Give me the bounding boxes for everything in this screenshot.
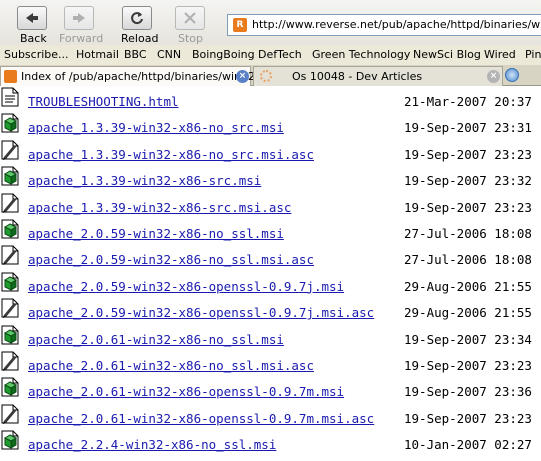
bookmarks-bar: Subscribe... Hotmail BBC CNN BoingBoing … xyxy=(0,45,541,65)
file-modified-date: 10-Jan-2007 02:27 xyxy=(404,437,532,453)
msi-package-icon xyxy=(1,430,19,450)
signature-file-icon xyxy=(1,298,19,319)
directory-listing: TROUBLESHOOTING.html 21-Mar-2007 20:37 apa… xyxy=(0,87,541,461)
file-link[interactable]: apache_2.0.61-win32-x86-openssl-0.9.7m.m… xyxy=(28,384,344,399)
navigation-toolbar: Back Forward Reload Stop R http://www.re… xyxy=(0,0,541,45)
bookmark-item[interactable]: DefTech xyxy=(258,48,302,61)
signature-file-icon xyxy=(1,351,19,371)
back-button[interactable] xyxy=(17,6,47,30)
file-link[interactable]: apache_1.3.39-win32-x86-no_src.msi.asc xyxy=(28,147,314,162)
bookmark-item[interactable]: BoingBoing xyxy=(192,48,255,61)
url-text[interactable]: http://www.reverse.net/pub/apache/httpd/… xyxy=(252,18,541,31)
file-link[interactable]: apache_2.0.59-win32-x86-openssl-0.9.7j.m… xyxy=(28,279,344,294)
close-tab-icon[interactable]: × xyxy=(487,70,500,83)
file-modified-date: 27-Jul-2006 18:08 xyxy=(404,226,532,241)
stop-icon xyxy=(184,12,196,24)
table-row: apache_1.3.39-win32-x86-src.msi.asc 19-Se… xyxy=(0,193,541,219)
table-row: apache_1.3.39-win32-x86-no_src.msi.asc 19… xyxy=(0,140,541,166)
msi-package-icon xyxy=(1,272,19,292)
table-row: apache_2.0.59-win32-x86-openssl-0.9.7j.m… xyxy=(0,272,541,298)
signature-file-icon xyxy=(1,404,19,424)
file-link[interactable]: apache_1.3.39-win32-x86-no_src.msi xyxy=(28,120,284,135)
file-modified-date: 19-Sep-2007 23:36 xyxy=(404,384,532,400)
table-row: apache_2.0.59-win32-x86-no_ssl.msi.asc 27… xyxy=(0,245,541,271)
file-link[interactable]: apache_2.0.59-win32-x86-no_ssl.msi.asc xyxy=(28,252,314,267)
tab-bar: Index of /pub/apache/httpd/binaries/win3… xyxy=(0,65,541,86)
bookmark-item[interactable]: BBC xyxy=(124,48,147,61)
tab-directory-index[interactable]: Index of /pub/apache/httpd/binaries/win3… xyxy=(0,66,255,86)
file-modified-date: 27-Jul-2006 18:08 xyxy=(404,252,532,268)
file-modified-date: 19-Sep-2007 23:23 xyxy=(404,358,532,373)
file-modified-date: 19-Sep-2007 23:23 xyxy=(404,410,532,426)
table-row: apache_2.0.61-win32-x86-no_ssl.msi.asc 19… xyxy=(0,351,541,377)
file-link[interactable]: apache_2.0.59-win32-x86-no_ssl.msi xyxy=(28,226,284,241)
file-link[interactable]: apache_2.0.61-win32-x86-no_ssl.msi.asc xyxy=(28,358,314,373)
table-row: apache_2.0.61-win32-x86-no_ssl.msi 19-Sep… xyxy=(0,325,541,351)
msi-package-icon xyxy=(1,325,19,345)
back-arrow-icon xyxy=(26,13,38,23)
file-modified-date: 19-Sep-2007 23:32 xyxy=(404,173,532,189)
stop-button[interactable] xyxy=(175,6,205,30)
signature-file-icon xyxy=(1,140,19,160)
forward-arrow-icon xyxy=(73,13,85,23)
loading-spinner-icon xyxy=(260,70,272,82)
file-link[interactable]: apache_1.3.39-win32-x86-src.msi xyxy=(28,173,261,188)
table-row: apache_2.0.59-win32-x86-no_ssl.msi 27-Jul… xyxy=(0,219,541,245)
msi-package-icon xyxy=(1,113,19,133)
file-modified-date: 19-Sep-2007 23:23 xyxy=(404,146,532,162)
tab-dev-articles[interactable]: Os 10048 - Dev Articles × xyxy=(253,66,503,86)
html-document-icon xyxy=(1,87,19,107)
file-modified-date: 19-Sep-2007 23:23 xyxy=(404,199,532,215)
table-row: apache_2.0.61-win32-x86-openssl-0.9.7m.m… xyxy=(0,404,541,430)
site-favicon-icon: R xyxy=(233,18,247,32)
table-row: apache_2.0.59-win32-x86-openssl-0.9.7j.m… xyxy=(0,298,541,324)
stop-label: Stop xyxy=(178,32,204,45)
table-row: apache_2.0.61-win32-x86-openssl-0.9.7m.m… xyxy=(0,377,541,403)
address-bar[interactable]: R http://www.reverse.net/pub/apache/http… xyxy=(227,14,541,36)
signature-file-icon xyxy=(1,193,19,213)
file-link[interactable]: apache_2.0.61-win32-x86-no_ssl.msi xyxy=(28,332,284,347)
file-modified-date: 21-Mar-2007 20:37 xyxy=(404,94,532,109)
reload-icon xyxy=(131,12,143,25)
msi-package-icon xyxy=(1,166,19,186)
bookmark-item[interactable]: Pin xyxy=(525,48,541,61)
bookmark-item[interactable]: Hotmail xyxy=(76,48,119,61)
forward-label: Forward xyxy=(59,32,104,45)
file-link[interactable]: apache_2.2.4-win32-x86-no_ssl.msi xyxy=(28,437,276,452)
file-link[interactable]: apache_1.3.39-win32-x86-src.msi.asc xyxy=(28,200,291,215)
reload-button[interactable] xyxy=(122,6,152,30)
file-link[interactable]: apache_2.0.61-win32-x86-openssl-0.9.7m.m… xyxy=(28,411,374,426)
bookmark-item[interactable]: Subscribe... xyxy=(4,48,69,61)
new-tab-globe-icon[interactable] xyxy=(505,68,519,82)
file-link[interactable]: TROUBLESHOOTING.html xyxy=(28,94,179,109)
bookmark-item[interactable]: Green Technology xyxy=(312,48,410,61)
msi-package-icon xyxy=(1,219,19,239)
bookmark-item[interactable]: NewSci Blog xyxy=(413,48,481,61)
table-row: apache_1.3.39-win32-x86-src.msi 19-Sep-20… xyxy=(0,166,541,192)
file-modified-date: 19-Sep-2007 23:34 xyxy=(404,331,532,347)
file-modified-date: 29-Aug-2006 21:55 xyxy=(404,305,532,321)
file-modified-date: 19-Sep-2007 23:31 xyxy=(404,120,532,136)
table-row: apache_2.2.4-win32-x86-no_ssl.msi 10-Jan-… xyxy=(0,430,541,456)
close-tab-icon[interactable]: × xyxy=(236,70,249,83)
tab-label: Index of /pub/apache/httpd/binaries/win3… xyxy=(21,70,256,83)
forward-button[interactable] xyxy=(64,6,94,30)
bookmark-item[interactable]: CNN xyxy=(157,48,181,61)
back-label: Back xyxy=(20,32,47,45)
signature-file-icon xyxy=(1,245,19,266)
site-favicon-icon xyxy=(4,70,17,83)
file-modified-date: 29-Aug-2006 21:55 xyxy=(404,278,532,294)
bookmark-item[interactable]: Wired xyxy=(484,48,516,61)
table-row: TROUBLESHOOTING.html 21-Mar-2007 20:37 xyxy=(0,87,541,113)
file-link[interactable]: apache_2.0.59-win32-x86-openssl-0.9.7j.m… xyxy=(28,305,374,320)
table-row: apache_1.3.39-win32-x86-no_src.msi 19-Sep… xyxy=(0,113,541,139)
msi-package-icon xyxy=(1,377,19,397)
reload-label: Reload xyxy=(121,32,159,45)
tab-label: Os 10048 - Dev Articles xyxy=(292,70,423,83)
